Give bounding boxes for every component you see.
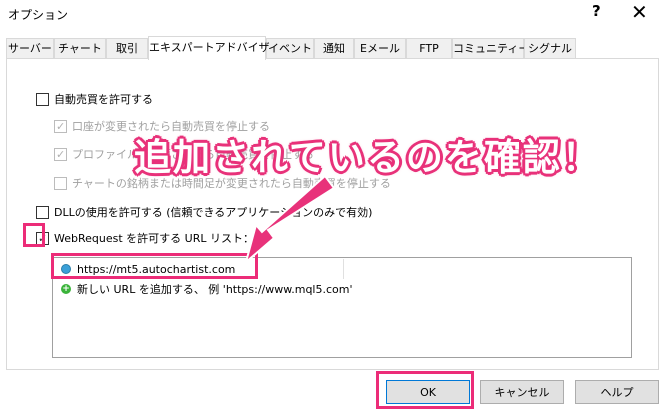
- annotation-arrow: [244, 174, 336, 265]
- tab-expert-advisors[interactable]: エキスパートアドバイザ: [148, 36, 270, 60]
- annotation-text: 追加されているのを確認！: [134, 136, 601, 179]
